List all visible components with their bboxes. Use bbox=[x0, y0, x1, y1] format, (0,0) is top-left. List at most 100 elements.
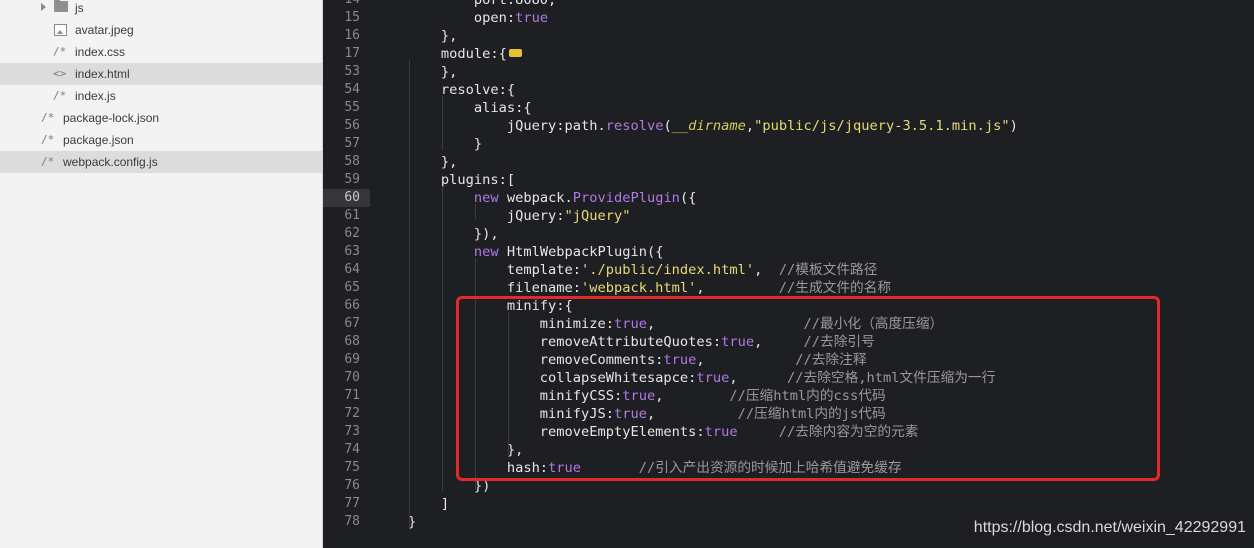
sidebar-item-label: package-lock.json bbox=[63, 111, 160, 125]
code-line[interactable]: ] bbox=[375, 495, 449, 513]
code-line[interactable]: resolve:{ bbox=[375, 81, 515, 99]
code-token: true bbox=[515, 10, 549, 26]
line-number: 74 bbox=[344, 442, 360, 457]
indent-guide bbox=[475, 204, 476, 220]
code-token: new bbox=[473, 244, 499, 260]
code-line[interactable]: jQuery:"jQuery" bbox=[375, 207, 631, 225]
code-token: open: bbox=[375, 10, 516, 26]
code-token: } bbox=[375, 136, 483, 152]
code-comment: //模板文件路径 bbox=[778, 262, 878, 278]
code-line[interactable]: template:'./public/index.html', //模板文件路径 bbox=[375, 261, 878, 279]
sidebar-item-package-lock-json[interactable]: /* package-lock.json bbox=[0, 107, 322, 129]
code-token: resolve bbox=[605, 118, 664, 134]
code-token: webpack. bbox=[498, 190, 573, 206]
code-line[interactable]: }, bbox=[375, 27, 457, 45]
line-number: 62 bbox=[344, 226, 360, 241]
line-number-gutter: 1415 16 17 53 54 55 56 57 58 59 60 61 62 63 64 65 66 67 68… bbox=[323, 0, 370, 548]
sidebar-item-label: js bbox=[75, 1, 84, 15]
code-line[interactable]: module:{ bbox=[375, 45, 522, 63]
code-line[interactable]: } bbox=[375, 135, 482, 153]
code-token: alias:{ bbox=[375, 100, 532, 116]
comment-file-icon: /* bbox=[53, 89, 67, 102]
sidebar-item-index-css[interactable]: /* index.css bbox=[0, 41, 322, 63]
line-number: 75 bbox=[344, 460, 360, 475]
line-number: 61 bbox=[344, 208, 360, 223]
code-line[interactable]: filename:'webpack.html', //生成文件的名称 bbox=[375, 279, 891, 297]
line-number: 76 bbox=[344, 478, 360, 493]
code-token: new bbox=[473, 190, 499, 206]
line-number: 73 bbox=[344, 424, 360, 439]
code-token: template: bbox=[375, 262, 582, 278]
sidebar-item-index-js[interactable]: /* index.js bbox=[0, 85, 322, 107]
sidebar-item-webpack-config-js[interactable]: /* webpack.config.js bbox=[0, 151, 322, 173]
code-token: , bbox=[696, 280, 779, 296]
sidebar-item-label: index.js bbox=[75, 89, 116, 103]
code-token: }, bbox=[375, 154, 458, 170]
line-number: 59 bbox=[344, 172, 360, 187]
line-number: 78 bbox=[344, 514, 360, 529]
code-comment: //生成文件的名称 bbox=[778, 280, 892, 296]
sidebar-item-index-html[interactable]: <> index.html bbox=[0, 63, 322, 85]
code-token: ({ bbox=[679, 190, 697, 206]
comment-file-icon: /* bbox=[53, 45, 67, 58]
code-line[interactable]: }, bbox=[375, 63, 457, 81]
line-number: 58 bbox=[344, 154, 360, 169]
line-number: 65 bbox=[344, 280, 360, 295]
image-file-icon bbox=[54, 24, 67, 36]
code-line[interactable]: new HtmlWebpackPlugin({ bbox=[375, 243, 664, 261]
line-number: 66 bbox=[344, 298, 360, 313]
line-number: 57 bbox=[344, 136, 360, 151]
sidebar-item-label: package.json bbox=[63, 133, 134, 147]
line-number: 54 bbox=[344, 82, 360, 97]
line-number: 70 bbox=[344, 370, 360, 385]
line-number: 55 bbox=[344, 100, 360, 115]
file-explorer-sidebar: js avatar.jpeg /* index.css <> index.html /* in… bbox=[0, 0, 323, 548]
code-line[interactable]: }), bbox=[375, 225, 499, 243]
code-line[interactable]: open:true bbox=[375, 9, 548, 27]
code-token: plugins:[ bbox=[375, 172, 516, 188]
folder-icon bbox=[54, 0, 68, 12]
code-line[interactable]: alias:{ bbox=[375, 99, 532, 117]
line-number: 17 bbox=[344, 46, 360, 61]
sidebar-item-label: index.css bbox=[75, 45, 126, 59]
code-token: module:{ bbox=[375, 46, 507, 62]
code-token: , bbox=[754, 262, 779, 278]
indent-guide bbox=[442, 186, 443, 492]
highlight-annotation-box bbox=[456, 296, 1160, 481]
sidebar-item-label: webpack.config.js bbox=[63, 155, 158, 169]
line-number: 72 bbox=[344, 406, 360, 421]
line-number: 15 bbox=[344, 10, 360, 25]
line-number: 60 bbox=[344, 190, 360, 205]
code-token: port:8080, bbox=[375, 0, 557, 8]
code-token: ( bbox=[663, 118, 672, 134]
sidebar-item-avatar-jpeg[interactable]: avatar.jpeg bbox=[0, 19, 322, 41]
sidebar-item-package-json[interactable]: /* package.json bbox=[0, 129, 322, 151]
line-number: 56 bbox=[344, 118, 360, 133]
comment-file-icon: /* bbox=[41, 133, 55, 146]
code-line[interactable]: jQuery:path.resolve(__dirname,"public/js… bbox=[375, 117, 1018, 135]
indent-guide bbox=[409, 60, 410, 530]
code-string: "public/js/jquery-3.5.1.min.js" bbox=[754, 118, 1010, 134]
code-line[interactable]: plugins:[ bbox=[375, 171, 515, 189]
line-number: 77 bbox=[344, 496, 360, 511]
code-token: ProvidePlugin bbox=[572, 190, 680, 206]
line-number: 67 bbox=[344, 316, 360, 331]
code-line[interactable]: port:8080, bbox=[375, 0, 556, 9]
chevron-right-icon[interactable] bbox=[41, 3, 46, 11]
comment-file-icon: /* bbox=[41, 155, 55, 168]
code-token: , bbox=[745, 118, 755, 134]
sidebar-item-label: index.html bbox=[75, 67, 130, 81]
code-token: ] bbox=[375, 496, 450, 512]
code-line[interactable]: } bbox=[375, 513, 416, 531]
sidebar-item-label: avatar.jpeg bbox=[75, 23, 134, 37]
code-line[interactable]: new webpack.ProvidePlugin({ bbox=[375, 189, 697, 207]
code-string: "jQuery" bbox=[564, 208, 631, 224]
sidebar-item-js[interactable]: js bbox=[0, 0, 322, 19]
line-number: 64 bbox=[344, 262, 360, 277]
code-string: 'webpack.html' bbox=[581, 280, 697, 296]
code-token: }), bbox=[375, 226, 499, 242]
code-line[interactable]: }, bbox=[375, 153, 457, 171]
folded-code-indicator-icon[interactable] bbox=[508, 49, 522, 57]
